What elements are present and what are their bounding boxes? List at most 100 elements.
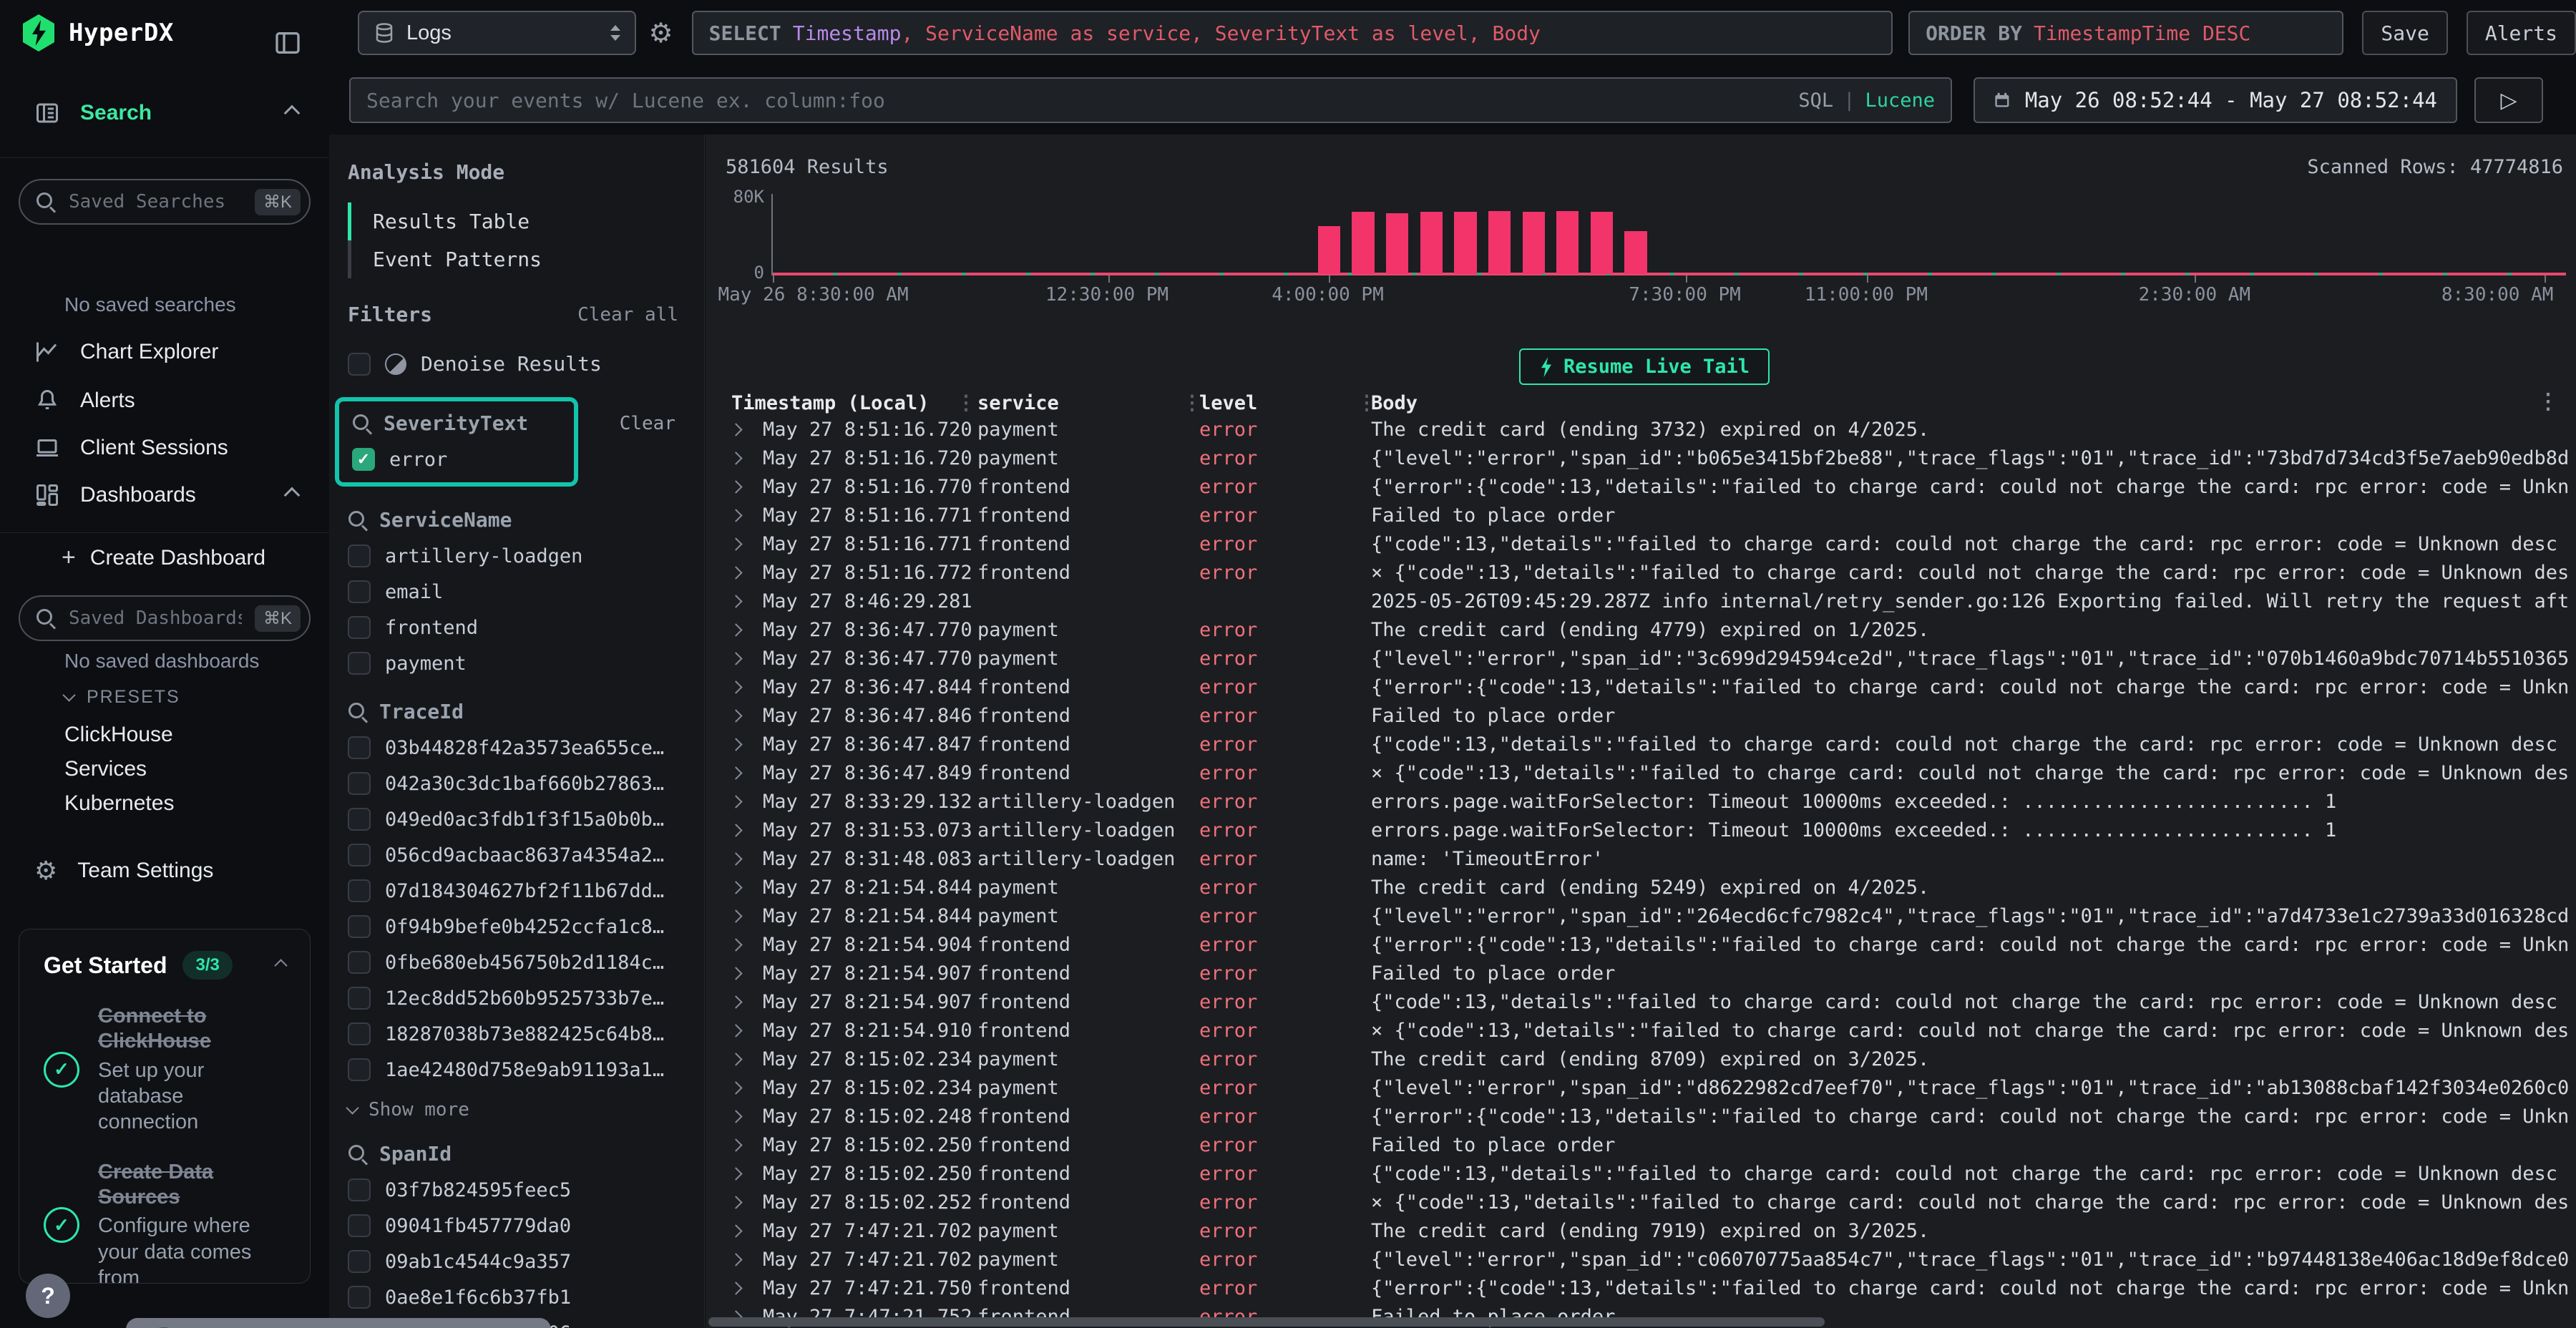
facet-value-row[interactable]: 12ec8dd52b60b9525733b7e… <box>348 987 664 1010</box>
create-dashboard-button[interactable]: + Create Dashboard <box>0 544 329 572</box>
log-row[interactable]: May 27 8:51:16.720 AMpaymenterror{"level… <box>720 444 2569 472</box>
log-row[interactable]: May 27 8:51:16.771 AMfrontenderrorFailed… <box>720 501 2569 529</box>
run-query-button[interactable]: ▷ <box>2474 77 2543 123</box>
sidebar-item-team-settings[interactable]: ⚙ Team Settings <box>0 856 329 886</box>
facet-value-row[interactable]: 1ae42480d758e9ab91193a1… <box>348 1058 664 1081</box>
log-row[interactable]: May 27 8:36:47.770 AMpaymenterrorThe cre… <box>720 615 2569 644</box>
log-row[interactable]: May 27 8:31:48.083 AMartillery-loadgener… <box>720 844 2569 873</box>
expand-chevron-icon[interactable] <box>731 1255 757 1264</box>
expand-chevron-icon[interactable] <box>731 912 757 921</box>
histogram-bar[interactable] <box>1523 212 1545 275</box>
log-row[interactable]: May 27 8:21:54.907 AMfrontenderrorFailed… <box>720 959 2569 987</box>
facet-value-row[interactable]: artillery-loadgen <box>348 545 582 567</box>
log-row[interactable]: May 27 7:47:21.702 AMpaymenterror{"level… <box>720 1245 2569 1274</box>
column-resize-handle-icon[interactable]: ⋮ <box>1357 391 1377 414</box>
log-row[interactable]: May 27 7:47:21.702 AMpaymenterrorThe cre… <box>720 1216 2569 1245</box>
log-row[interactable]: May 27 8:36:47.844 AMfrontenderror{"erro… <box>720 673 2569 701</box>
checkbox[interactable] <box>348 772 371 795</box>
saved-searches-input[interactable] <box>67 190 243 213</box>
checkbox[interactable] <box>348 1178 371 1201</box>
horizontal-scrollbar[interactable] <box>708 1317 1825 1327</box>
checkbox[interactable] <box>348 736 371 759</box>
expand-chevron-icon[interactable] <box>731 997 757 1007</box>
facet-value-row[interactable]: 18287038b73e882425c64b8… <box>348 1022 664 1045</box>
expand-chevron-icon[interactable] <box>731 511 757 520</box>
expand-chevron-icon[interactable] <box>731 425 757 434</box>
resume-live-tail-button[interactable]: Resume Live Tail <box>1519 348 1770 385</box>
expand-chevron-icon[interactable] <box>731 1141 757 1150</box>
preset-services[interactable]: Services <box>0 757 329 781</box>
expand-chevron-icon[interactable] <box>731 883 757 892</box>
saved-searches-box[interactable]: ⌘K <box>19 179 311 225</box>
saved-dashboards-box[interactable]: ⌘K <box>19 595 311 641</box>
checkbox[interactable] <box>352 448 375 471</box>
facet-value-row[interactable]: payment <box>348 652 582 675</box>
expand-chevron-icon[interactable] <box>731 625 757 635</box>
show-more-link[interactable]: Show more <box>348 1099 678 1120</box>
facet-value-row[interactable]: email <box>348 580 582 603</box>
expand-chevron-icon[interactable] <box>731 482 757 492</box>
expand-chevron-icon[interactable] <box>731 568 757 577</box>
facet-value-row[interactable]: 09041fb457779da0 <box>348 1214 571 1237</box>
expand-chevron-icon[interactable] <box>731 768 757 778</box>
help-button[interactable]: ? <box>26 1274 70 1318</box>
col-header-level[interactable]: level <box>1199 392 1371 414</box>
histogram-bar[interactable] <box>1556 211 1579 274</box>
facet-value-row[interactable]: 049ed0ac3fdb1f3f15a0b0b… <box>348 808 664 831</box>
mode-results-table[interactable]: Results Table <box>348 202 704 240</box>
clear-all-filters-link[interactable]: Clear all <box>577 304 678 326</box>
log-row[interactable]: May 27 8:36:47.849 AMfrontenderror× {"co… <box>720 758 2569 787</box>
histogram-bar[interactable] <box>1488 211 1511 274</box>
checkbox[interactable] <box>348 987 371 1010</box>
checkbox[interactable] <box>348 1250 371 1273</box>
expand-chevron-icon[interactable] <box>731 1198 757 1207</box>
presets-toggle[interactable]: PRESETS <box>0 687 329 708</box>
checkbox[interactable] <box>348 616 371 639</box>
expand-chevron-icon[interactable] <box>731 1284 757 1293</box>
column-resize-handle-icon[interactable]: ⋮ <box>1182 391 1202 414</box>
order-by-input[interactable]: ORDER BY TimestampTime DESC <box>1908 11 2343 55</box>
chevron-up-icon[interactable] <box>274 959 287 972</box>
expand-chevron-icon[interactable] <box>731 740 757 749</box>
get-started-item[interactable]: ✓ Create Data Sources Configure where yo… <box>44 1160 286 1284</box>
histogram-bar[interactable] <box>1591 212 1613 275</box>
checkbox[interactable] <box>348 353 371 376</box>
facet-value-row[interactable]: 09ab1c4544c9a357 <box>348 1250 571 1273</box>
facet-value-row[interactable]: 0f94b9befe0b4252ccfa1c8… <box>348 915 664 938</box>
expand-chevron-icon[interactable] <box>731 940 757 949</box>
sql-select-input[interactable]: SELECT Timestamp , ServiceName as servic… <box>692 11 1893 55</box>
expand-chevron-icon[interactable] <box>731 854 757 864</box>
expand-chevron-icon[interactable] <box>731 1169 757 1178</box>
sidebar-collapse-icon[interactable] <box>273 29 302 61</box>
expand-chevron-icon[interactable] <box>731 826 757 835</box>
log-row[interactable]: May 27 8:33:29.132 AMartillery-loadgener… <box>720 787 2569 816</box>
checkbox[interactable] <box>348 1214 371 1237</box>
save-button[interactable]: Save <box>2362 11 2447 55</box>
log-row[interactable]: May 27 8:21:54.907 AMfrontenderror{"code… <box>720 987 2569 1016</box>
toggle-sql-label[interactable]: SQL <box>1798 89 1833 112</box>
expand-chevron-icon[interactable] <box>731 711 757 721</box>
facet-value-row[interactable]: 03f7b824595feec5 <box>348 1178 571 1201</box>
checkbox[interactable] <box>348 951 371 974</box>
expand-chevron-icon[interactable] <box>731 683 757 692</box>
checkbox[interactable] <box>348 545 371 567</box>
histogram-bar[interactable] <box>1420 212 1443 275</box>
col-header-service[interactable]: service <box>977 392 1199 414</box>
date-range-picker[interactable]: May 26 08:52:44 - May 27 08:52:44 <box>1974 77 2457 123</box>
user-menu-chip[interactable]: D dale@clickhouse.com dale@clickhouse.co… <box>126 1318 551 1328</box>
log-row[interactable]: May 27 8:21:54.910 AMfrontenderror× {"co… <box>720 1016 2569 1045</box>
log-row[interactable]: May 27 8:21:54.844 AMpaymenterror{"level… <box>720 902 2569 930</box>
facet-value-row[interactable]: 0fbe680eb456750b2d1184c… <box>348 951 664 974</box>
sidebar-item-chart-explorer[interactable]: Chart Explorer <box>0 339 329 365</box>
log-row[interactable]: May 27 8:21:54.904 AMfrontenderror{"erro… <box>720 930 2569 959</box>
log-row[interactable]: May 27 8:15:02.250 AMfrontenderrorFailed… <box>720 1131 2569 1159</box>
sidebar-item-alerts[interactable]: Alerts <box>0 388 329 414</box>
histogram-bar[interactable] <box>1318 226 1340 274</box>
log-row[interactable]: May 27 8:51:16.720 AMpaymenterrorThe cre… <box>720 415 2569 444</box>
histogram-bar[interactable] <box>1352 212 1374 274</box>
checkbox[interactable] <box>348 580 371 603</box>
table-options-icon[interactable]: ⋮ <box>2537 389 2559 414</box>
sidebar-item-client-sessions[interactable]: Client Sessions <box>0 435 329 461</box>
log-row[interactable]: May 27 8:15:02.250 AMfrontenderror{"code… <box>720 1159 2569 1188</box>
expand-chevron-icon[interactable] <box>731 1112 757 1121</box>
